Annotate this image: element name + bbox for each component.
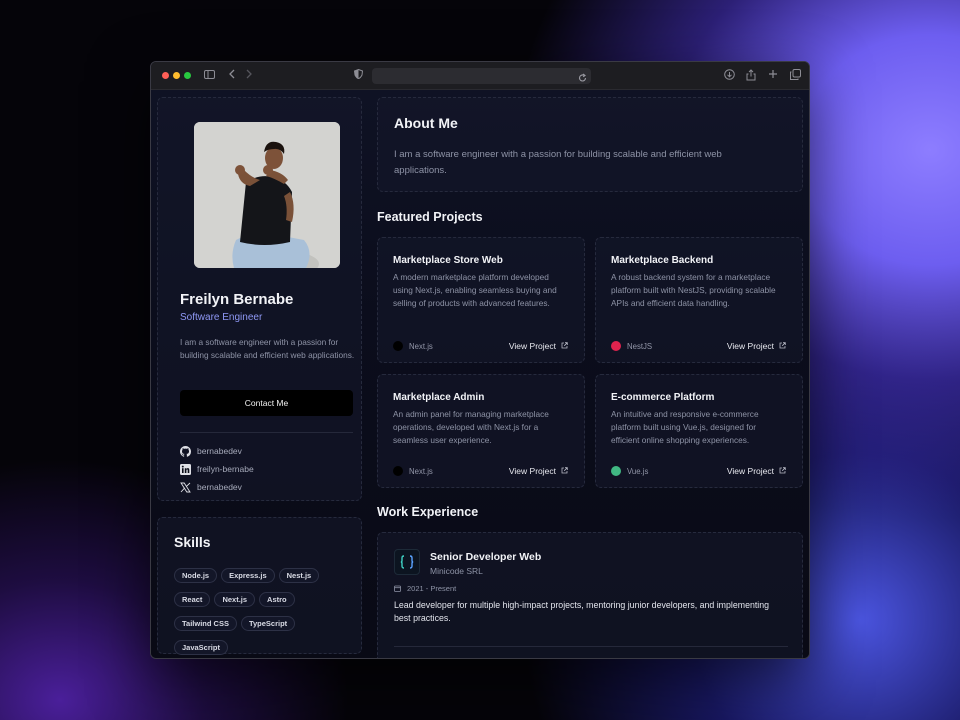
- skill-chip: JavaScript: [174, 640, 228, 655]
- share-icon[interactable]: [744, 69, 758, 83]
- project-card: Marketplace Store Web A modern marketpla…: [377, 237, 585, 363]
- browser-window: Freilyn Bernabe Software Engineer I am a…: [150, 61, 810, 659]
- social-link-github[interactable]: bernabedev: [180, 445, 242, 457]
- skills-list: Node.js Express.js Nest.js React Next.js Ast…: [174, 565, 354, 658]
- profile-divider: [180, 432, 353, 433]
- project-description: An intuitive and responsive e-commerce p…: [611, 409, 759, 445]
- browser-titlebar: [151, 62, 809, 90]
- privacy-shield-icon[interactable]: [351, 68, 365, 83]
- skill-chip: React: [174, 592, 211, 607]
- skill-chip: Next.js: [214, 592, 256, 607]
- url-text: [372, 74, 378, 83]
- view-project-link[interactable]: View Project: [727, 466, 786, 476]
- minimize-window-button[interactable]: [173, 72, 180, 79]
- skill-chip: Node.js: [174, 568, 218, 583]
- github-icon: [180, 445, 191, 457]
- project-title: Marketplace Store Web: [393, 255, 503, 266]
- experience-card: Senior Developer Web Minicode SRL 2021 -…: [377, 532, 803, 658]
- profile-bio: I am a software engineer with a passion …: [180, 337, 355, 360]
- skill-chip: Nest.js: [278, 568, 320, 583]
- profile-card: Freilyn Bernabe Software Engineer I am a…: [157, 97, 362, 501]
- about-title: About Me: [394, 115, 458, 131]
- contact-me-button[interactable]: Contact Me: [180, 390, 353, 416]
- tech-dot: [393, 466, 403, 476]
- experience-title: Work Experience: [377, 505, 479, 519]
- external-link-icon: [561, 466, 568, 476]
- about-text: I am a software engineer with a passion …: [394, 149, 722, 176]
- x-handle: bernabedev: [197, 482, 242, 492]
- social-link-x[interactable]: bernabedev: [180, 481, 242, 493]
- project-description: A modern marketplace platform developed …: [393, 272, 557, 308]
- project-title: Marketplace Backend: [611, 255, 714, 266]
- tech-dot: [611, 341, 621, 351]
- project-card: E-commerce Platform An intuitive and res…: [595, 374, 803, 488]
- project-description: An admin panel for managing marketplace …: [393, 409, 549, 445]
- tech-dot: [393, 341, 403, 351]
- project-tech: NestJS: [611, 341, 652, 351]
- about-card: About Me I am a software engineer with a…: [377, 97, 803, 192]
- forward-chevron-icon[interactable]: [242, 69, 256, 83]
- portfolio-page: Freilyn Bernabe Software Engineer I am a…: [151, 90, 809, 658]
- project-card: Marketplace Backend A robust backend sys…: [595, 237, 803, 363]
- project-tech: Next.js: [393, 341, 433, 351]
- reload-icon[interactable]: [578, 70, 587, 88]
- tech-dot: [611, 466, 621, 476]
- profile-role: Software Engineer: [180, 312, 263, 323]
- project-tech: Vue.js: [611, 466, 648, 476]
- external-link-icon: [561, 341, 568, 351]
- sidebar-toggle-icon[interactable]: [202, 69, 216, 83]
- external-link-icon: [779, 341, 786, 351]
- download-icon[interactable]: [722, 69, 736, 83]
- zoom-window-button[interactable]: [184, 72, 191, 79]
- profile-photo: [194, 122, 340, 268]
- github-handle: bernabedev: [197, 446, 242, 456]
- back-chevron-icon[interactable]: [225, 69, 239, 83]
- project-title: Marketplace Admin: [393, 392, 485, 403]
- company-logo: [394, 549, 420, 575]
- view-project-link[interactable]: View Project: [509, 341, 568, 351]
- skill-chip: Astro: [259, 592, 295, 607]
- close-window-button[interactable]: [162, 72, 169, 79]
- projects-title: Featured Projects: [377, 210, 483, 224]
- view-project-link[interactable]: View Project: [727, 341, 786, 351]
- project-tech: Next.js: [393, 466, 433, 476]
- experience-role: Senior Developer Web: [430, 551, 542, 563]
- linkedin-icon: [180, 463, 191, 475]
- new-tab-icon[interactable]: [766, 69, 780, 83]
- calendar-icon: [394, 585, 401, 592]
- view-project-link[interactable]: View Project: [509, 466, 568, 476]
- skill-chip: TypeScript: [240, 616, 296, 631]
- experience-divider: [394, 646, 788, 647]
- external-link-icon: [779, 466, 786, 476]
- x-icon: [180, 482, 191, 493]
- linkedin-handle: freilyn-bernabe: [197, 464, 254, 474]
- skills-title: Skills: [174, 534, 211, 550]
- experience-period: 2021 - Present: [394, 584, 456, 593]
- address-bar[interactable]: [372, 68, 591, 84]
- skills-card: Skills Node.js Express.js Nest.js React Nex…: [157, 517, 362, 655]
- profile-name: Freilyn Bernabe: [180, 291, 294, 308]
- project-title: E-commerce Platform: [611, 392, 715, 403]
- project-description: A robust backend system for a marketplac…: [611, 272, 776, 308]
- project-card: Marketplace Admin An admin panel for man…: [377, 374, 585, 488]
- tab-overview-icon[interactable]: [788, 69, 802, 83]
- skill-chip: Tailwind CSS: [174, 616, 237, 631]
- skill-chip: Express.js: [221, 568, 275, 583]
- experience-description: Lead developer for multiple high-impact …: [394, 600, 770, 623]
- social-link-linkedin[interactable]: freilyn-bernabe: [180, 463, 254, 475]
- experience-company: Minicode SRL: [430, 566, 483, 576]
